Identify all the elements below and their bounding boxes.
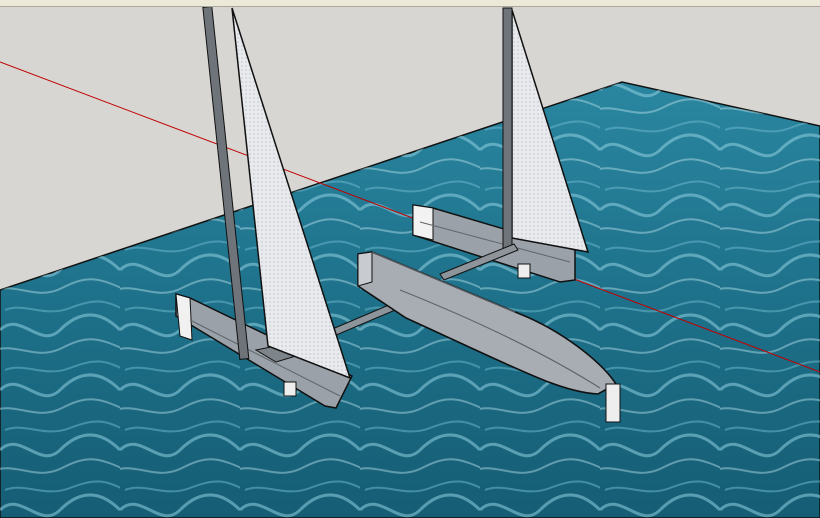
model-viewport[interactable]	[0, 0, 820, 518]
far-mast	[502, 7, 513, 249]
move-tool-icon[interactable]	[396, 0, 418, 5]
rotate-tool-icon[interactable]	[452, 0, 474, 5]
paint-tool-icon[interactable]	[116, 0, 138, 5]
select-tool-icon[interactable]	[4, 0, 26, 5]
push-pull-tool-icon[interactable]	[340, 0, 362, 5]
toolbar-strip	[0, 0, 820, 7]
main-hull-rudder	[605, 383, 621, 423]
shape-tool-icon[interactable]	[284, 0, 306, 5]
tape-tool-icon[interactable]	[620, 0, 642, 5]
line-tool-icon[interactable]	[172, 0, 194, 5]
eraser-tool-icon[interactable]	[60, 0, 82, 5]
arc-tool-icon[interactable]	[228, 0, 250, 5]
scale-tool-icon[interactable]	[508, 0, 530, 5]
offset-tool-icon[interactable]	[564, 0, 586, 5]
3d-scene[interactable]	[0, 0, 820, 518]
